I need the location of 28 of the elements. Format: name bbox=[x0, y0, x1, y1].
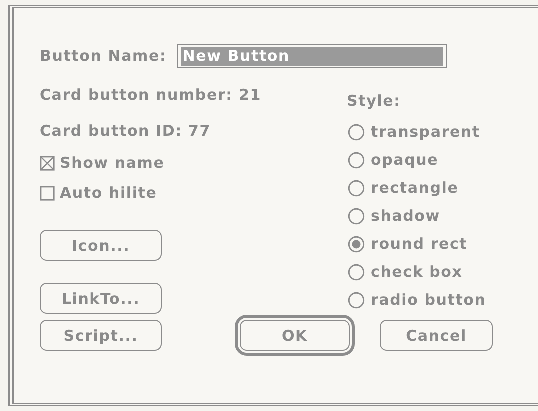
radio-button[interactable] bbox=[348, 208, 365, 224]
radio-label: shadow bbox=[371, 207, 440, 225]
dialog-button[interactable]: LinkTo... bbox=[40, 283, 162, 314]
radio-button[interactable] bbox=[348, 152, 365, 168]
radio-button[interactable] bbox=[348, 264, 365, 280]
dialog-button[interactable]: Script... bbox=[40, 320, 162, 351]
radio-button[interactable] bbox=[348, 292, 365, 308]
checkbox-label: Show name bbox=[60, 154, 165, 172]
name-field[interactable]: New Button bbox=[176, 44, 447, 68]
checkbox-label: Auto hilite bbox=[60, 184, 158, 202]
radio-label: radio button bbox=[371, 291, 486, 309]
dialog-button[interactable]: Cancel bbox=[380, 320, 493, 351]
style-label: Style: bbox=[347, 92, 402, 110]
radio-label: transparent bbox=[371, 123, 480, 141]
field-label: Button Name: bbox=[40, 47, 167, 65]
radio-label: rectangle bbox=[371, 179, 459, 197]
radio-button[interactable] bbox=[348, 124, 365, 140]
radio-button[interactable] bbox=[348, 180, 365, 196]
radio-label: check box bbox=[371, 263, 463, 281]
checkbox[interactable] bbox=[40, 186, 55, 200]
radio-label: opaque bbox=[371, 151, 439, 169]
field-value: New Button bbox=[180, 46, 443, 66]
info-text: Card button ID: 77 bbox=[40, 122, 212, 140]
info-text: Card button number: 21 bbox=[40, 86, 262, 104]
checked-checkbox[interactable] bbox=[40, 156, 55, 170]
selected-radio-button[interactable] bbox=[348, 236, 365, 252]
dialog-button[interactable]: Icon... bbox=[40, 230, 162, 261]
radio-label: round rect bbox=[371, 235, 468, 253]
